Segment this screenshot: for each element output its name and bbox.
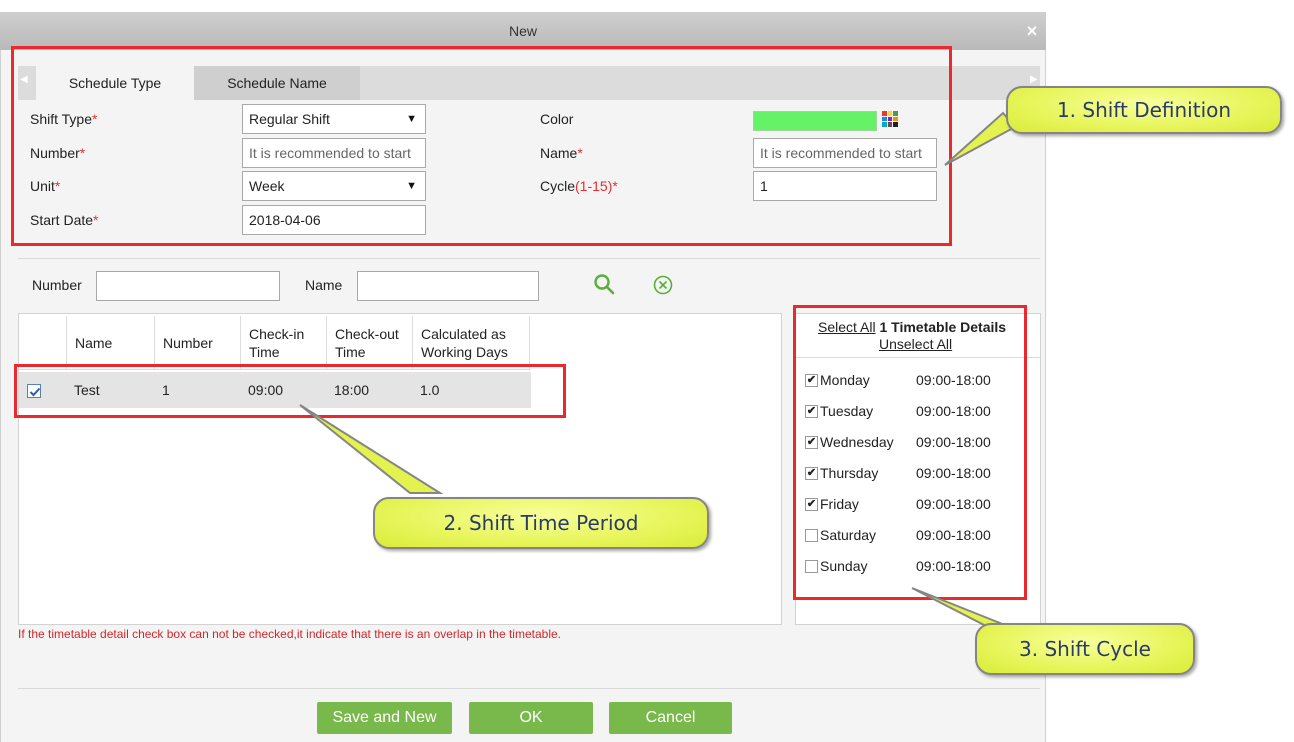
callout-shift-definition: 1. Shift Definition — [1006, 86, 1282, 134]
callout-shift-cycle: 3. Shift Cycle — [975, 623, 1195, 675]
callout-shift-time-period: 2. Shift Time Period — [373, 497, 709, 549]
